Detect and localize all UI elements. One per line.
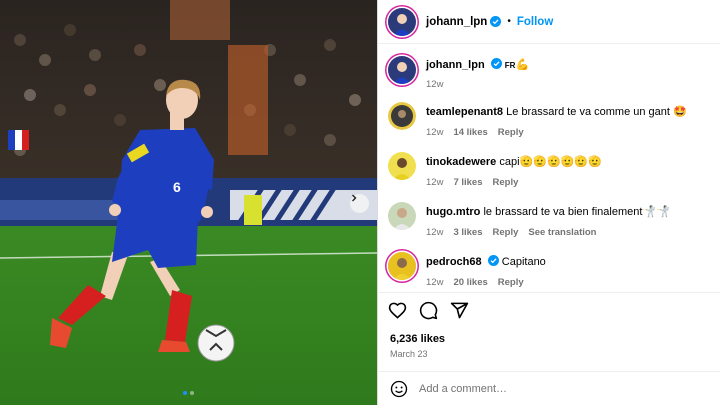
heart-icon[interactable] (388, 301, 407, 320)
avatar-image (388, 102, 416, 130)
verified-badge-icon (490, 16, 502, 27)
add-comment-row: Add a comment… (378, 371, 720, 405)
caption-timestamp[interactable]: 12w (426, 79, 443, 90)
comment-username[interactable]: pedroch68 (426, 256, 482, 268)
comment-line: pedroch68 Capitano (426, 255, 546, 269)
post-actions: 6,236 likes March 23 Add a comment… (378, 292, 720, 405)
comment-line: hugo.mtro le brassard te va bien finalem… (426, 205, 670, 219)
caption-avatar[interactable] (388, 56, 416, 84)
comment-likes[interactable]: 14 likes (453, 127, 487, 138)
reply-button[interactable]: Reply (493, 227, 519, 238)
comment-username[interactable]: tinokadewere (426, 156, 496, 168)
instagram-post-view: 6 johann_lpn • Follow johann_lpn FR💪 12w… (0, 0, 720, 405)
comment-likes[interactable]: 3 likes (453, 227, 482, 238)
comment-text: Capitano (501, 256, 546, 268)
action-icons (388, 301, 469, 320)
comment-row: tinokadewere capi🫡🫡🫡🫡🫡🫡 12w 7 likes Repl… (388, 152, 718, 188)
carousel-dot-active (183, 391, 187, 395)
comment-row: hugo.mtro le brassard te va bien finalem… (388, 202, 718, 238)
next-photo-button[interactable] (350, 194, 369, 213)
comment-username[interactable]: teamlepenant8 (426, 106, 503, 118)
post-photo[interactable]: 6 (0, 0, 377, 405)
author-username[interactable]: johann_lpn (426, 16, 487, 28)
see-translation-link[interactable]: See translation (528, 227, 596, 238)
chevron-right-icon (352, 194, 357, 202)
verified-badge-icon (490, 58, 502, 69)
commenter-avatar[interactable] (388, 252, 416, 280)
comment-meta: 12w 3 likes Reply See translation (426, 227, 670, 238)
comment-timestamp[interactable]: 12w (426, 227, 443, 238)
comment-line: tinokadewere capi🫡🫡🫡🫡🫡🫡 (426, 155, 602, 169)
comment-body: teamlepenant8 Le brassard te va comme un… (426, 102, 687, 138)
comment-timestamp[interactable]: 12w (426, 177, 443, 188)
comment-meta: 12w 14 likes Reply (426, 127, 687, 138)
football-player-image: 6 (0, 0, 377, 405)
comment-line: teamlepenant8 Le brassard te va comme un… (426, 105, 687, 119)
commenter-avatar[interactable] (388, 202, 416, 230)
comment-timestamp[interactable]: 12w (426, 277, 443, 288)
flexed-biceps-icon: 💪 (515, 59, 530, 71)
post-details-panel: johann_lpn • Follow johann_lpn FR💪 12w t… (377, 0, 720, 405)
post-date[interactable]: March 23 (390, 349, 428, 359)
carousel-dot (190, 391, 194, 395)
avatar-image (388, 56, 416, 84)
svg-text:6: 6 (173, 179, 181, 195)
commenter-avatar[interactable] (388, 102, 416, 130)
comment-row: pedroch68 Capitano 12w 20 likes Reply (388, 252, 718, 288)
share-icon[interactable] (450, 301, 469, 320)
follow-button[interactable]: Follow (517, 16, 553, 28)
add-comment-input[interactable]: Add a comment… (419, 383, 507, 395)
avatar-image (388, 7, 416, 36)
comment-body: pedroch68 Capitano 12w 20 likes Reply (426, 252, 546, 288)
comment-row: teamlepenant8 Le brassard te va comme un… (388, 102, 718, 138)
comment-body: tinokadewere capi🫡🫡🫡🫡🫡🫡 12w 7 likes Repl… (426, 152, 602, 188)
comment-text: capi🫡🫡🫡🫡🫡🫡 (499, 156, 602, 168)
comment-likes[interactable]: 7 likes (453, 177, 482, 188)
comment-meta: 12w 7 likes Reply (426, 177, 602, 188)
verified-badge-icon (487, 255, 499, 266)
emoji-icon[interactable] (390, 380, 408, 398)
comment-body: hugo.mtro le brassard te va bien finalem… (426, 202, 670, 238)
comment-username[interactable]: hugo.mtro (426, 206, 480, 218)
reply-button[interactable]: Reply (498, 277, 524, 288)
caption-body: johann_lpn FR💪 12w (426, 56, 529, 90)
carousel-indicator (0, 391, 377, 395)
likes-count[interactable]: 6,236 likes (390, 333, 445, 345)
caption-row: johann_lpn FR💪 12w (388, 56, 718, 90)
post-header: johann_lpn • Follow (378, 0, 720, 44)
avatar-image (388, 202, 416, 230)
header-separator: • (507, 16, 511, 27)
comment-timestamp[interactable]: 12w (426, 127, 443, 138)
comment-meta: 12w 20 likes Reply (426, 277, 546, 288)
caption-meta: 12w (426, 79, 529, 90)
author-avatar[interactable] (388, 7, 416, 36)
reply-button[interactable]: Reply (498, 127, 524, 138)
comment-text: le brassard te va bien finalement🤺🤺 (483, 206, 670, 218)
caption-flag-text: FR (504, 61, 516, 70)
commenter-avatar[interactable] (388, 152, 416, 180)
comment-icon[interactable] (419, 301, 438, 320)
caption-username[interactable]: johann_lpn (426, 59, 485, 71)
comment-likes[interactable]: 20 likes (453, 277, 487, 288)
caption-line: johann_lpn FR💪 (426, 58, 529, 73)
avatar-image (388, 252, 416, 280)
avatar-image (388, 152, 416, 180)
reply-button[interactable]: Reply (493, 177, 519, 188)
comments-list: johann_lpn FR💪 12w teamlepenant8 Le bras… (378, 44, 720, 292)
comment-text: Le brassard te va comme un gant 🤩 (506, 106, 687, 118)
